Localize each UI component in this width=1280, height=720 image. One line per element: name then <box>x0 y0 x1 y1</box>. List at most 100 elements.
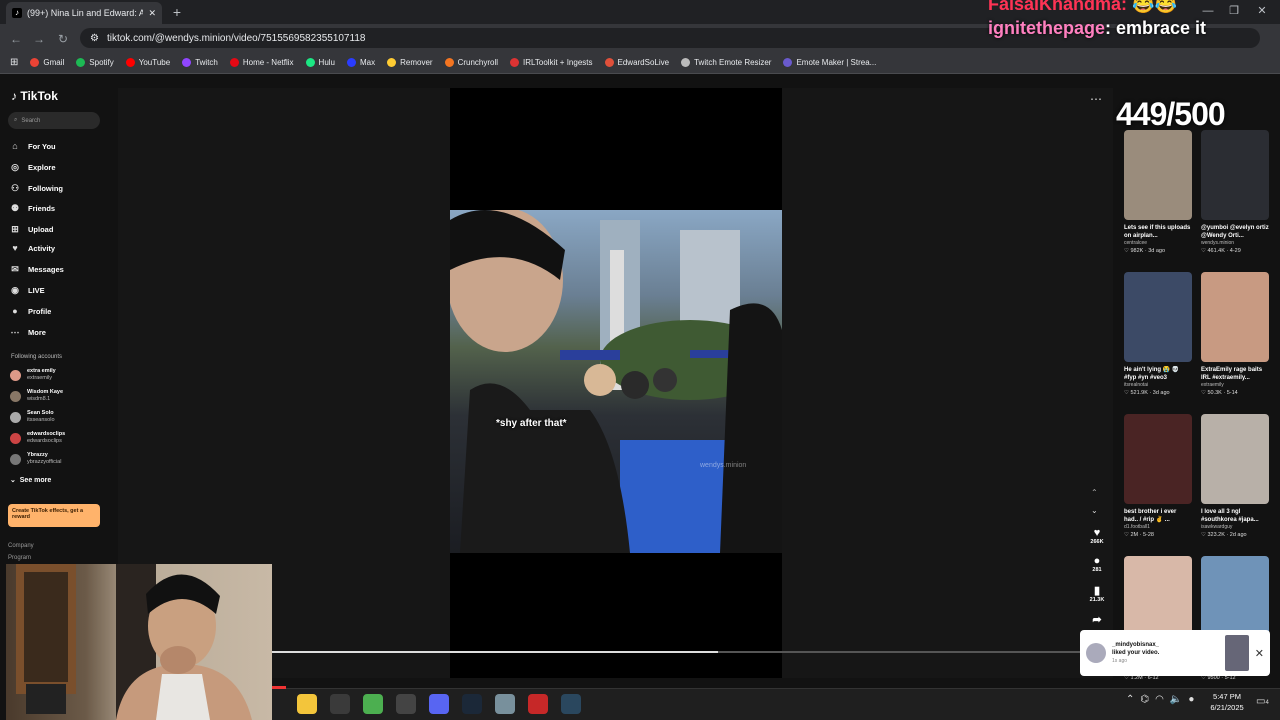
clock-date: 6/21/2025 <box>1210 703 1244 712</box>
following-account[interactable]: extra emily extraemily <box>10 368 56 382</box>
share-button[interactable]: ➦ <box>1086 614 1108 626</box>
sidebar-item-upload[interactable]: ⊞ Upload <box>10 222 53 236</box>
avatar <box>10 390 21 402</box>
home-icon: ⌂ <box>12 141 18 151</box>
steam2-icon[interactable] <box>561 694 581 714</box>
footer-link[interactable]: Program <box>8 552 34 564</box>
notepad-icon[interactable] <box>495 694 515 714</box>
notification-user: _mindyobisnax_ <box>1112 642 1160 648</box>
bookmark-item[interactable]: Crunchyroll <box>444 58 498 67</box>
see-more-button[interactable]: ⌄ See more <box>10 476 51 484</box>
chrome-icon[interactable] <box>363 694 383 714</box>
footer-links[interactable]: Company Program <box>8 540 34 564</box>
sidebar-item-messages[interactable]: ✉ Messages <box>10 262 64 276</box>
close-tab-icon[interactable]: ✕ <box>148 8 156 19</box>
footer-link[interactable]: Company <box>8 540 34 552</box>
like-notification[interactable]: _mindyobisnax_ liked your video. 1s ago ✕ <box>1080 630 1270 676</box>
effects-banner[interactable]: Create TikTok effects, get a reward <box>8 504 100 527</box>
heart-button[interactable]: ♥ 266K <box>1086 527 1108 545</box>
restore-button[interactable]: ❐ <box>1222 3 1246 19</box>
sidebar-item-live[interactable]: ◉ LIVE <box>10 283 45 297</box>
back-button[interactable]: ← <box>8 31 24 47</box>
profile-icon: ● <box>12 306 18 316</box>
volume-icon[interactable]: 🔈 <box>1170 694 1182 705</box>
new-tab-button[interactable]: + <box>168 3 186 21</box>
sidebar-item-for-you[interactable]: ⌂ For You <box>10 139 55 153</box>
forward-button[interactable]: → <box>31 31 47 47</box>
sidebar-item-activity[interactable]: ♥ Activity <box>10 241 55 255</box>
microphone-icon[interactable]: ● <box>1188 694 1194 705</box>
apps-grid-icon[interactable]: ⊞ <box>10 57 18 68</box>
chevron-up-icon[interactable]: ⌃ <box>1091 488 1098 497</box>
bookmarks-bar: ⊞ Gmail Spotify YouTube Twitch Home - Netfli… <box>0 52 1280 74</box>
tiktok-logo[interactable]: ♪ TikTok <box>11 89 58 103</box>
reload-button[interactable]: ↻ <box>55 31 71 47</box>
bookmark-item[interactable]: Gmail <box>30 58 64 67</box>
avatar <box>1086 643 1106 663</box>
video-card-author: isawkwardguy <box>1201 524 1233 530</box>
video-thumbnail[interactable] <box>1201 130 1269 220</box>
system-tray[interactable]: ⌃ ⌬ ◠ 🔈 ● <box>1126 694 1194 705</box>
notification-center-icon[interactable]: ▭4 <box>1256 696 1269 707</box>
close-window-button[interactable]: ✕ <box>1250 3 1274 19</box>
bookmark-item[interactable]: Hulu <box>305 58 335 67</box>
obs-icon[interactable] <box>330 694 350 714</box>
steam-icon[interactable] <box>462 694 482 714</box>
video-card[interactable]: I love all 3 ngl #southkorea #japa... isa… <box>1201 414 1269 539</box>
video-card[interactable]: best brother i ever had.. / #rip ✌ ... d1… <box>1124 414 1192 539</box>
discord-icon[interactable] <box>429 694 449 714</box>
sidebar-item-following[interactable]: ⚇ Following <box>10 181 63 195</box>
app-red-icon[interactable] <box>528 694 548 714</box>
close-icon[interactable]: ✕ <box>1255 647 1264 660</box>
sidebar-item-friends[interactable]: ⚉ Friends <box>10 201 55 215</box>
following-account[interactable]: Sean Solo itsseansolo <box>10 410 55 424</box>
bookmark-item[interactable]: Emote Maker | Strea... <box>783 58 876 67</box>
video-player[interactable] <box>450 210 782 553</box>
browser-tab[interactable]: ♪ (99+) Nina Lin and Edward: A Jo ✕ <box>6 2 162 24</box>
bookmark-item[interactable]: Home - Netflix <box>229 58 294 67</box>
video-card[interactable]: @yumboi @evelyn ortiz @Wendy Orti... wend… <box>1201 130 1269 255</box>
network-icon[interactable]: ⌬ <box>1140 694 1149 705</box>
chevron-up-icon[interactable]: ⌃ <box>1126 694 1134 705</box>
video-card[interactable]: He ain't lying 😭 💀 #fyp #yn #veo3 itsreal… <box>1124 272 1192 397</box>
video-thumbnail[interactable] <box>1124 130 1192 220</box>
video-thumbnail[interactable] <box>1201 414 1269 504</box>
sidebar-item-more[interactable]: ⋯ More <box>10 325 46 339</box>
video-thumbnail[interactable] <box>1201 272 1269 362</box>
chat-username: ignitethepage <box>988 18 1106 38</box>
clock[interactable]: 5:47 PM 6/21/2025 <box>1204 691 1250 713</box>
bookmark-label: EdwardSoLive <box>617 58 670 67</box>
bookmark-item[interactable]: Max <box>347 58 375 67</box>
friends-icon: ⚉ <box>10 203 20 213</box>
bookmark-item[interactable]: Spotify <box>76 58 114 67</box>
bookmark-item[interactable]: Twitch <box>182 58 218 67</box>
video-card[interactable]: Lets see if this uploads on airplan... ce… <box>1124 130 1192 255</box>
following-account[interactable]: edwardsoclips edwardsoclips <box>10 431 65 445</box>
sidebar-item-explore[interactable]: ◎ Explore <box>10 160 55 174</box>
site-info-icon[interactable]: ⚙ <box>90 33 99 44</box>
app-icon[interactable] <box>396 694 416 714</box>
bookmark-item[interactable]: IRLToolkit + Ingests <box>510 58 593 67</box>
bookmark-item[interactable]: Remover <box>387 58 433 67</box>
bookmark-button[interactable]: ▮ 21.3K <box>1086 585 1108 603</box>
wifi-icon[interactable]: ◠ <box>1155 694 1164 705</box>
chevron-down-icon[interactable]: ⌄ <box>1091 506 1098 515</box>
following-account[interactable]: Wisdom Kaye wisdm8.1 <box>10 389 63 403</box>
video-thumbnail[interactable] <box>1124 272 1192 362</box>
search-input[interactable]: ⌕ Search <box>8 112 100 129</box>
bookmark-item[interactable]: Twitch Emote Resizer <box>681 58 771 67</box>
video-card-caption: I love all 3 ngl #southkorea #japa... <box>1201 509 1259 523</box>
account-handle: extraemily <box>27 375 53 381</box>
minimize-button[interactable]: — <box>1196 3 1220 19</box>
more-options-icon[interactable]: ⋯ <box>1090 92 1102 106</box>
account-name: Wisdom Kaye <box>27 389 64 395</box>
tiktok-icon: ♪ <box>12 8 22 18</box>
following-account[interactable]: Ybrazzy ybrazzyofficial <box>10 452 61 466</box>
video-thumbnail[interactable] <box>1124 414 1192 504</box>
sidebar-item-profile[interactable]: ● Profile <box>10 304 51 318</box>
bookmark-item[interactable]: EdwardSoLive <box>604 58 670 67</box>
bookmark-item[interactable]: YouTube <box>125 58 170 67</box>
comment-button[interactable]: ● 281 <box>1086 555 1108 573</box>
video-card[interactable]: ExtraEmily rage baits IRL #extraemily...… <box>1201 272 1269 397</box>
file-explorer-icon[interactable] <box>297 694 317 714</box>
